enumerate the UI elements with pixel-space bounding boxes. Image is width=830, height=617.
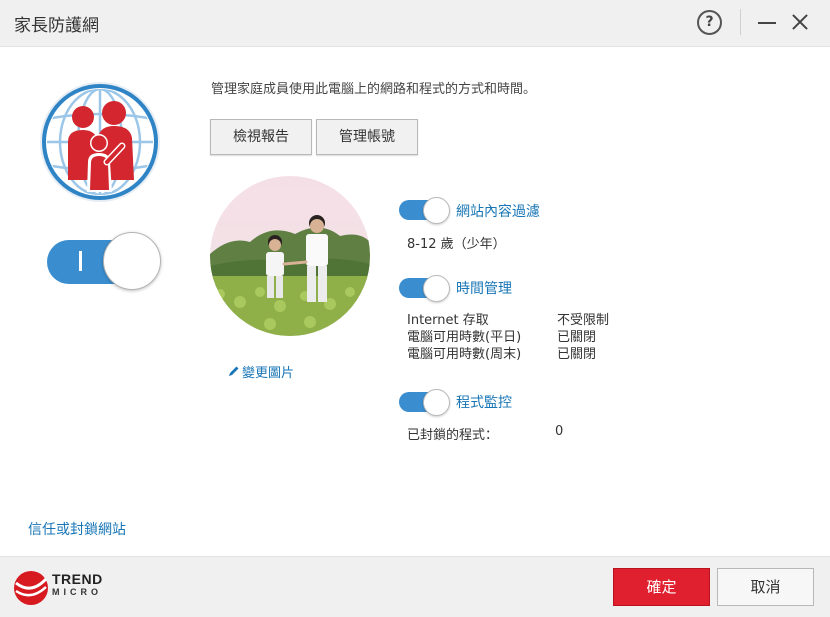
time-management-toggle[interactable]	[399, 275, 450, 302]
toggle-on-mark	[79, 251, 82, 271]
web-filter-toggle[interactable]	[399, 197, 450, 224]
page-description: 管理家庭成員使用此電腦上的網路和程式的方式和時間。	[211, 82, 537, 97]
brand-wordmark: TREND MICRO	[52, 571, 103, 598]
close-icon[interactable]	[789, 10, 811, 34]
pencil-icon	[228, 365, 240, 381]
trend-micro-logo-icon	[14, 571, 48, 605]
toggle-knob	[423, 197, 450, 224]
parental-controls-toggle[interactable]	[47, 232, 161, 290]
brand-line2: MICRO	[52, 587, 102, 597]
weekend-hours-value: 已關閉	[557, 347, 597, 362]
profile-photo	[210, 176, 370, 336]
minimize-icon[interactable]	[758, 10, 778, 34]
toggle-knob	[423, 389, 450, 416]
manage-account-button[interactable]: 管理帳號	[316, 119, 418, 155]
cancel-button[interactable]: 取消	[717, 568, 814, 606]
change-photo-link[interactable]: 變更圖片	[228, 362, 294, 381]
weekend-hours-label: 電腦可用時數(周末)	[407, 347, 522, 362]
family-globe-icon	[40, 82, 160, 202]
brand-line1: TREND	[52, 571, 103, 587]
help-button[interactable]: ?	[697, 10, 722, 35]
blocked-programs-label: 已封鎖的程式：	[407, 428, 499, 443]
window-title: 家長防護網	[14, 16, 99, 36]
toggle-knob	[103, 232, 161, 290]
program-control-link[interactable]: 程式監控	[456, 392, 512, 412]
toggle-knob	[423, 275, 450, 302]
title-bar: 家長防護網 ?	[0, 0, 830, 47]
program-control-toggle[interactable]	[399, 389, 450, 416]
change-photo-label: 變更圖片	[242, 366, 295, 381]
web-filter-age-setting: 8-12 歲（少年）	[407, 237, 506, 252]
time-management-link[interactable]: 時間管理	[456, 278, 512, 298]
footer-bar: TREND MICRO 確定 取消	[0, 556, 830, 617]
title-bar-divider	[740, 9, 741, 35]
view-report-button[interactable]: 檢視報告	[210, 119, 312, 155]
blocked-programs-count: 0	[555, 424, 564, 439]
trust-or-block-sites-link[interactable]: 信任或封鎖網站	[28, 519, 126, 539]
web-filter-link[interactable]: 網站內容過濾	[456, 201, 540, 221]
ok-button[interactable]: 確定	[613, 568, 710, 606]
